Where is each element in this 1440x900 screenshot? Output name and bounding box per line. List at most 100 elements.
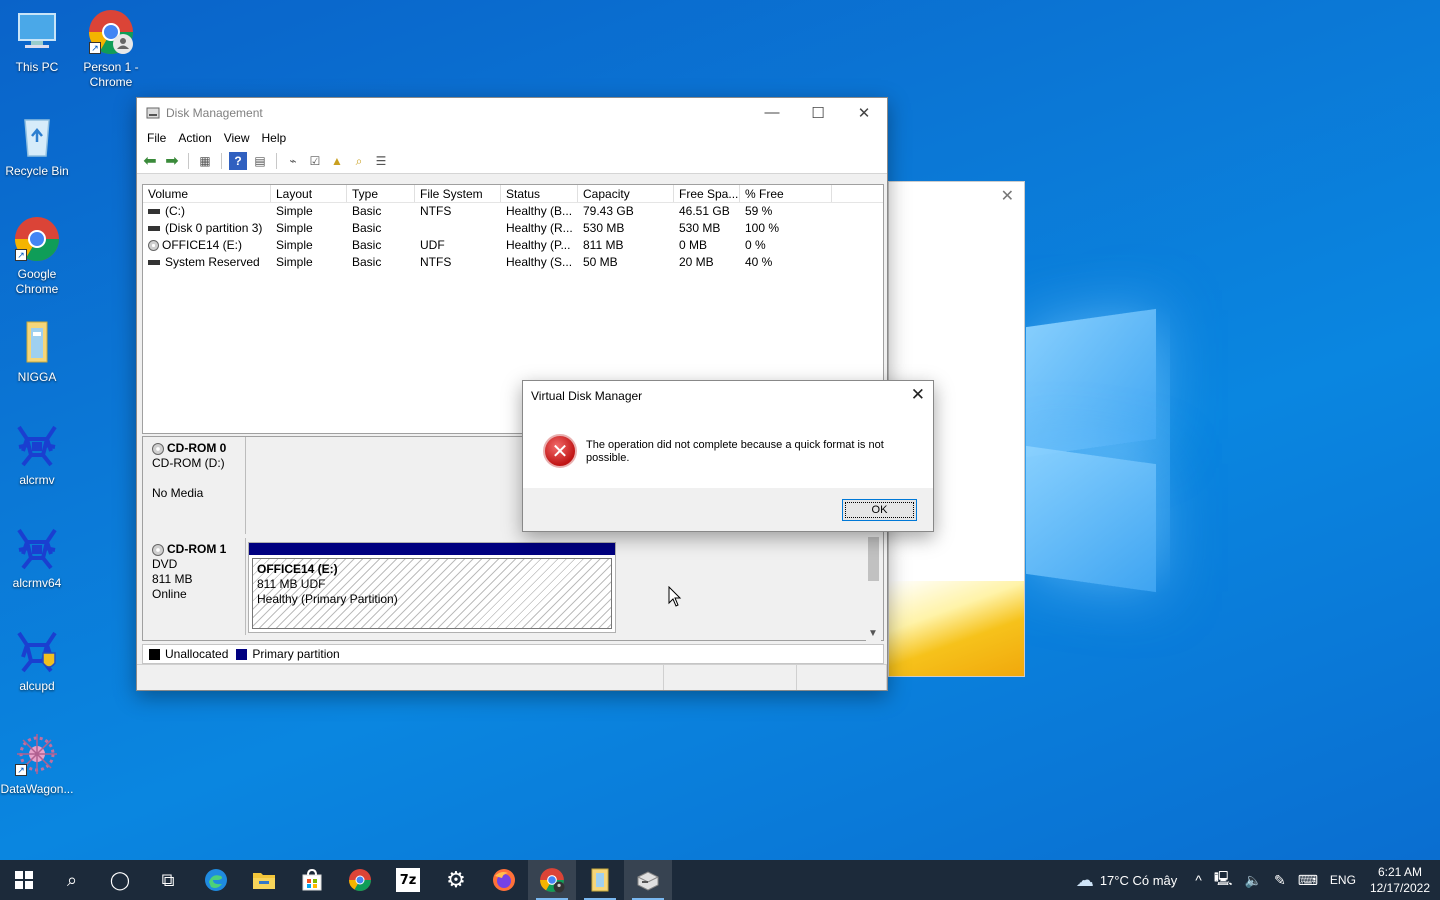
cell-free-space: 20 MB [679,255,714,269]
ok-button[interactable]: OK [842,499,917,521]
back-arrow-icon[interactable]: ⬅ [141,152,159,170]
cell-type: Basic [352,221,382,235]
pen-icon[interactable]: ✎ [1274,872,1286,889]
disk-row-cdrom-1[interactable]: CD-ROM 1 DVD 811 MB Online OFFICE14 (E:)… [143,538,865,635]
partition-body[interactable]: OFFICE14 (E:) 811 MB UDF Healthy (Primar… [252,558,612,629]
taskbar-store[interactable] [288,860,336,900]
table-row[interactable]: System Reserved Simple Basic NTFS Health… [143,254,883,271]
dialog-body: ✕ The operation did not complete because… [523,411,933,489]
close-button[interactable]: ✕ [841,98,887,127]
taskbar: ⌕ ◯ ⧉ 7z ⚙ ☁ 17°C Có mây ^ 🖳 🔈 ✎ ⌨ ENG 6… [0,860,1440,900]
shortcut-arrow-icon: ↗ [15,764,27,776]
desktop-icon-datawagon[interactable]: ↗ DataWagon... [0,730,74,797]
legend-swatch [236,648,248,660]
properties-icon[interactable]: ▤ [251,152,269,170]
column-header-status[interactable]: Status [501,185,578,202]
start-button[interactable] [0,860,48,900]
chevron-down-icon[interactable]: ▼ [868,628,878,639]
menu-file[interactable]: File [141,131,172,145]
desktop-icon-label: This PC [15,60,59,74]
cell-capacity: 79.43 GB [583,204,634,218]
virtual-disk-manager-dialog[interactable]: Virtual Disk Manager ✕ ✕ The operation d… [522,380,934,532]
help-icon[interactable]: ? [229,152,247,170]
search-button[interactable]: ⌕ [48,860,96,900]
column-header-percent-free[interactable]: % Free [740,185,832,202]
show-hide-console-tree-icon[interactable]: ▦ [196,152,214,170]
menu-help[interactable]: Help [256,131,293,145]
status-pane [137,665,664,690]
taskbar-disk-management[interactable] [624,860,672,900]
desktop-icon-alcrmv[interactable]: alcrmv [0,421,74,488]
toolbar-separator [276,153,277,169]
desktop-icon-this-pc[interactable]: This PC [0,8,74,75]
cloud-weather-icon[interactable]: ☁ [1076,870,1094,891]
cortana-button[interactable]: ◯ [96,860,144,900]
cell-free-space: 530 MB [679,221,721,235]
close-icon[interactable]: ✕ [1001,186,1014,206]
menu-view[interactable]: View [218,131,256,145]
taskbar-firefox[interactable] [480,860,528,900]
disk-type: CD-ROM (D:) [152,456,225,470]
task-view-icon: ⧉ [161,869,175,890]
column-header-free-space[interactable]: Free Spa... [674,185,740,202]
column-header-layout[interactable]: Layout [271,185,347,202]
partition-office14[interactable]: OFFICE14 (E:) 811 MB UDF Healthy (Primar… [248,542,616,633]
weather-text[interactable]: 17°C Có mây [1100,873,1177,888]
maximize-button[interactable]: ☐ [795,98,841,127]
taskbar-chrome[interactable] [336,860,384,900]
table-row[interactable]: (C:) Simple Basic NTFS Healthy (B... 79.… [143,203,883,220]
dialog-close-button[interactable]: ✕ [911,385,925,405]
menu-action[interactable]: Action [172,131,217,145]
desktop-icon-alcupd[interactable]: alcupd [0,627,74,694]
minimize-button[interactable]: — [749,98,795,127]
desktop-icon-person1-chrome[interactable]: ↗ Person 1 - Chrome [74,8,148,90]
dialog-title-bar[interactable]: Virtual Disk Manager ✕ [523,381,933,411]
desktop-icon-recycle-bin[interactable]: Recycle Bin [0,112,74,179]
folder-up-icon[interactable]: ▲ [328,152,346,170]
taskbar-chrome-profile[interactable] [528,860,576,900]
desktop-icon-alcrmv64[interactable]: alcrmv64 [0,524,74,591]
cell-volume: System Reserved [143,254,271,271]
taskbar-file-explorer[interactable] [240,860,288,900]
scrollbar-thumb[interactable] [868,537,879,581]
volume-icon[interactable]: 🔈 [1245,872,1262,889]
disk-info-cdrom-0[interactable]: CD-ROM 0 CD-ROM (D:) No Media [143,437,246,534]
clock[interactable]: 6:21 AM 12/17/2022 [1370,864,1430,896]
chevron-up-icon[interactable]: ^ [1195,872,1202,888]
taskbar-nigga-app[interactable] [576,860,624,900]
volume-name: (Disk 0 partition 3) [165,221,263,235]
search-folder-icon[interactable]: ⌕ [350,152,368,170]
table-row[interactable]: (Disk 0 partition 3) Simple Basic Health… [143,220,883,237]
task-view-button[interactable]: ⧉ [144,860,192,900]
list-view-icon[interactable]: ☰ [372,152,390,170]
column-header-file-system[interactable]: File System [415,185,501,202]
gear-icon: ⚙ [446,867,466,892]
desktop-icon-nigga[interactable]: NIGGA [0,318,74,385]
cortana-circle-icon: ◯ [109,869,131,890]
mouse-cursor-icon [668,586,682,607]
cell-capacity: 811 MB [583,238,624,252]
background-window-artwork [889,581,1024,676]
desktop-icon-google-chrome[interactable]: ↗ Google Chrome [0,215,74,297]
volume-list-header: Volume Layout Type File System Status Ca… [143,185,883,203]
network-icon[interactable]: 🖳 [1214,868,1233,892]
cell-layout: Simple [276,238,313,252]
cell-percent-free: 40 % [745,255,773,269]
connect-disk-icon[interactable]: ⌁ [284,152,302,170]
taskbar-7zip[interactable]: 7z [384,860,432,900]
datawagon-icon: ↗ [13,730,61,778]
title-bar[interactable]: Disk Management — ☐ ✕ [137,98,887,127]
column-header-capacity[interactable]: Capacity [578,185,674,202]
keyboard-icon[interactable]: ⌨ [1298,872,1318,889]
language-indicator[interactable]: ENG [1330,873,1356,887]
wallpaper-logo-pane-top [1026,308,1156,458]
checklist-icon[interactable]: ☑ [306,152,324,170]
taskbar-settings[interactable]: ⚙ [432,860,480,900]
disk-info-cdrom-1[interactable]: CD-ROM 1 DVD 811 MB Online [143,538,246,635]
taskbar-edge[interactable] [192,860,240,900]
forward-arrow-icon[interactable]: ➡ [163,152,181,170]
table-row[interactable]: OFFICE14 (E:) Simple Basic UDF Healthy (… [143,237,883,254]
column-header-volume[interactable]: Volume [143,185,271,202]
column-header-type[interactable]: Type [347,185,415,202]
disk-view-scrollbar[interactable]: ▼ [866,535,881,641]
